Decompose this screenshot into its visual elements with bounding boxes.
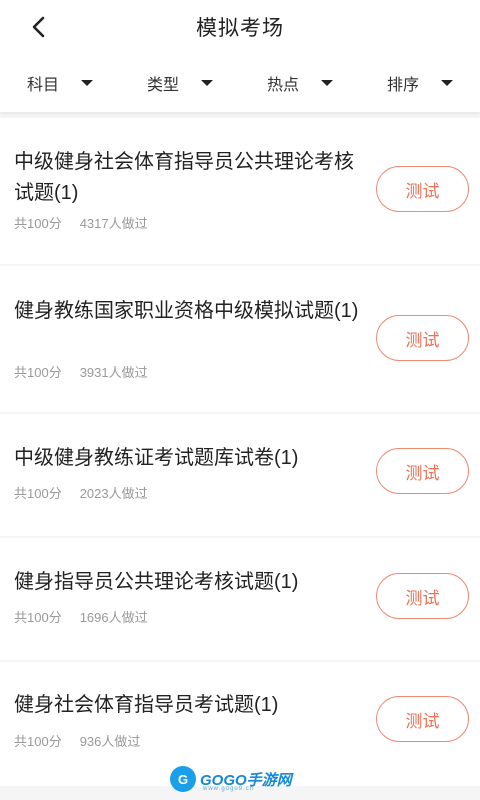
page-title: 模拟考场 <box>196 17 284 40</box>
gamepad-logo-icon: G <box>170 766 196 792</box>
exam-participants: 936人做过 <box>79 734 141 749</box>
filter-subject[interactable]: 科目 <box>0 54 120 112</box>
caret-down-icon <box>321 80 333 86</box>
exam-card[interactable]: 健身教练国家职业资格中级模拟试题(1) 共100分 3931人做过 测试 <box>0 266 480 412</box>
exam-participants: 4317人做过 <box>79 216 148 231</box>
exam-card[interactable]: 中级健身教练证考试题库试卷(1) 共100分 2023人做过 测试 <box>0 414 480 536</box>
top-bar: 模拟考场 <box>0 0 480 54</box>
test-button[interactable]: 测试 <box>376 315 469 361</box>
exam-participants: 1696人做过 <box>79 610 148 625</box>
filter-sort[interactable]: 排序 <box>360 54 480 112</box>
caret-down-icon <box>81 80 93 86</box>
exam-meta: 共100分 3931人做过 <box>14 362 148 381</box>
exam-score: 共100分 <box>14 734 62 749</box>
exam-meta: 共100分 4317人做过 <box>14 213 148 232</box>
filter-label: 排序 <box>386 77 419 94</box>
filter-label: 热点 <box>266 77 299 94</box>
filter-type[interactable]: 类型 <box>120 54 240 112</box>
exam-card[interactable]: 中级健身社会体育指导员公共理论考核试题(1) 共100分 4317人做过 测试 <box>0 118 480 264</box>
test-button[interactable]: 测试 <box>376 166 469 212</box>
exam-meta: 共100分 2023人做过 <box>14 483 148 502</box>
exam-title: 健身教练国家职业资格中级模拟试题(1) <box>14 300 359 322</box>
filter-bar: 科目 类型 热点 排序 <box>0 54 480 112</box>
exam-participants: 3931人做过 <box>79 365 148 380</box>
test-button[interactable]: 测试 <box>376 448 469 494</box>
watermark-url: www.gogo9.cn <box>203 786 255 792</box>
caret-down-icon <box>201 80 213 86</box>
caret-down-icon <box>441 80 453 86</box>
exam-title: 中级健身社会体育指导员公共理论考核试题(1) <box>14 151 354 204</box>
exam-card[interactable]: 健身指导员公共理论考核试题(1) 共100分 1696人做过 测试 <box>0 538 480 660</box>
exam-title: 健身社会体育指导员考试题(1) <box>14 694 279 716</box>
exam-score: 共100分 <box>14 365 62 380</box>
filter-label: 科目 <box>26 77 59 94</box>
exam-title: 健身指导员公共理论考核试题(1) <box>14 571 299 593</box>
exam-score: 共100分 <box>14 486 62 501</box>
test-button[interactable]: 测试 <box>376 573 469 619</box>
exam-meta: 共100分 1696人做过 <box>14 607 148 626</box>
test-button[interactable]: 测试 <box>376 696 469 742</box>
filter-label: 类型 <box>146 77 179 94</box>
filter-hot[interactable]: 热点 <box>240 54 360 112</box>
exam-score: 共100分 <box>14 610 62 625</box>
exam-title: 中级健身教练证考试题库试卷(1) <box>14 447 299 469</box>
exam-participants: 2023人做过 <box>79 486 148 501</box>
watermark-logo: G GOGO手游网 www.gogo9.cn <box>170 766 292 792</box>
exam-meta: 共100分 936人做过 <box>14 731 140 750</box>
exam-score: 共100分 <box>14 216 62 231</box>
exam-list: 中级健身社会体育指导员公共理论考核试题(1) 共100分 4317人做过 测试 健… <box>0 118 480 788</box>
